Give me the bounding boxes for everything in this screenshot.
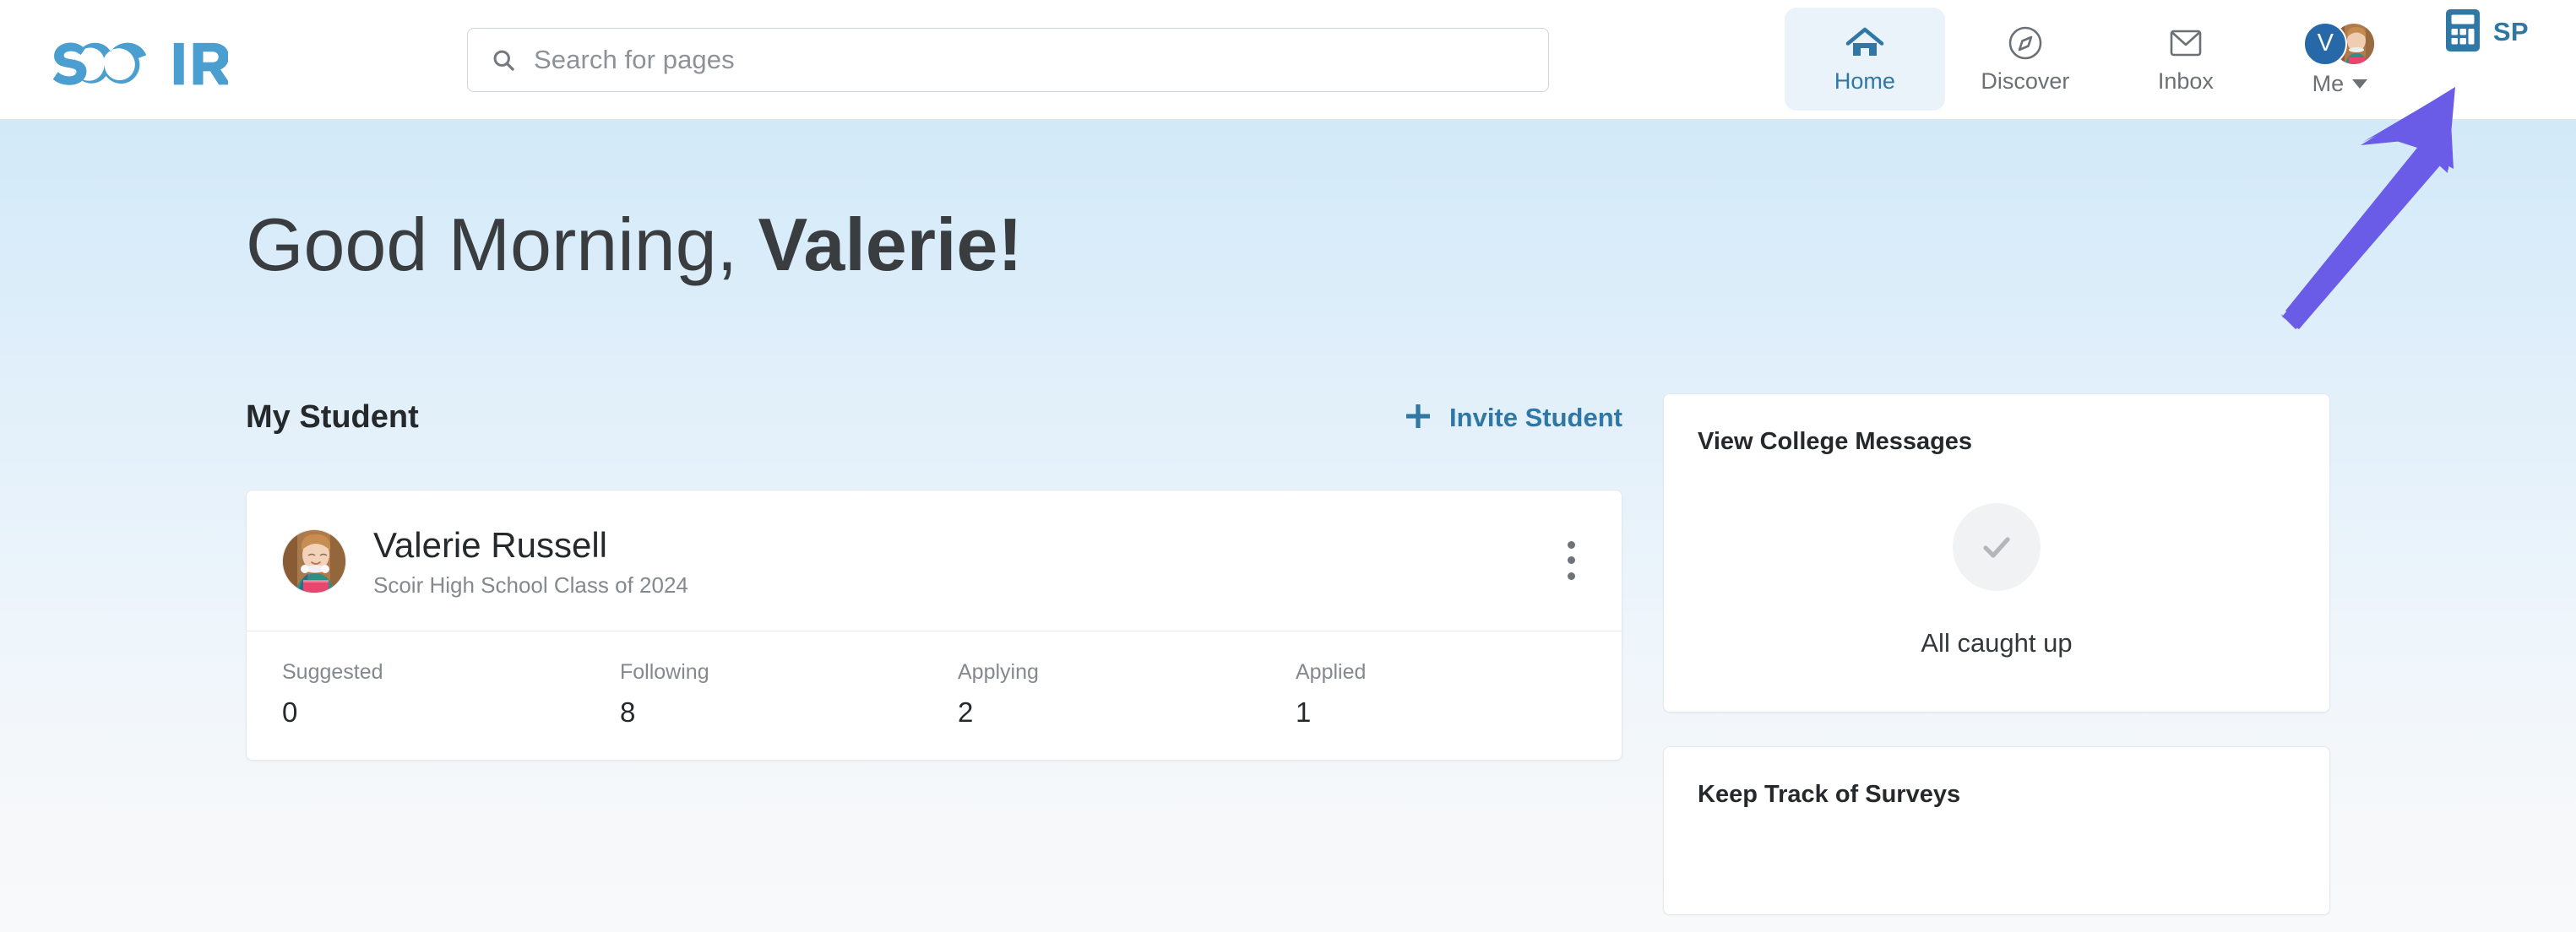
- me-label-row: Me: [2312, 70, 2368, 96]
- section-title-my-student: My Student: [246, 399, 419, 435]
- my-student-header: My Student Invite Student: [246, 393, 1622, 441]
- student-name: Valerie Russell: [373, 525, 607, 565]
- calculator-icon: [2444, 8, 2481, 57]
- college-messages-panel[interactable]: View College Messages All caught up: [1663, 393, 2330, 713]
- nav-label-home: Home: [1834, 68, 1895, 94]
- compass-icon: [2007, 24, 2044, 62]
- greeting-name: Valerie!: [758, 203, 1023, 286]
- stat-value: 1: [1296, 696, 1312, 728]
- stat-label: Following: [620, 659, 709, 684]
- dashboard-columns: My Student Invite Student Valerie Russel…: [246, 393, 2527, 932]
- panel-title-surveys: Keep Track of Surveys: [1698, 781, 1961, 808]
- stat-value: 2: [958, 696, 974, 728]
- right-column: View College Messages All caught up Keep…: [1663, 393, 2330, 932]
- app-root: Home Discover Inbox: [0, 0, 2576, 932]
- page-title: Good Morning, Valerie!: [246, 208, 2527, 282]
- nav-item-inbox[interactable]: Inbox: [2106, 8, 2266, 111]
- student-school-line: Scoir High School Class of 2024: [373, 572, 688, 598]
- primary-nav: Home Discover Inbox V Me SP: [1784, 0, 2529, 120]
- student-card[interactable]: Valerie Russell Scoir High School Class …: [246, 490, 1622, 761]
- sp-tool-button[interactable]: SP: [2444, 8, 2529, 61]
- nav-item-discover[interactable]: Discover: [1945, 8, 2106, 111]
- student-avatar: [282, 528, 346, 593]
- stat-label: Applying: [958, 659, 1039, 684]
- stat-value: 8: [620, 696, 636, 728]
- panel-title-college-messages: View College Messages: [1698, 428, 1973, 455]
- stat-label: Applied: [1296, 659, 1367, 684]
- avatar-initial: V: [2303, 21, 2348, 66]
- stat-value: 0: [282, 696, 298, 728]
- kebab-menu-icon[interactable]: [1556, 540, 1586, 580]
- stat-applied: Applied 1: [1296, 659, 1633, 728]
- nav-label-me: Me: [2312, 70, 2345, 96]
- student-stats-row: Suggested 0 Following 8 Applying 2 Appli…: [247, 631, 1622, 760]
- sp-label: SP: [2492, 17, 2529, 46]
- student-card-header: Valerie Russell Scoir High School Class …: [247, 490, 1622, 631]
- invite-student-label: Invite Student: [1449, 402, 1622, 432]
- stat-applying: Applying 2: [958, 659, 1296, 728]
- student-identity: Valerie Russell Scoir High School Class …: [373, 524, 688, 599]
- nav-item-home[interactable]: Home: [1784, 7, 1945, 111]
- page-content: Good Morning, Valerie! My Student Invite: [0, 120, 2576, 932]
- greeting-prefix: Good Morning,: [246, 203, 758, 286]
- nav-item-me[interactable]: V Me: [2266, 8, 2414, 111]
- home-icon: [1845, 24, 1884, 62]
- plus-icon: [1404, 402, 1432, 433]
- nav-label-discover: Discover: [1981, 68, 2070, 94]
- nav-label-inbox: Inbox: [2157, 68, 2214, 94]
- envelope-icon: [2167, 24, 2204, 62]
- top-header: Home Discover Inbox: [0, 0, 2576, 120]
- college-messages-empty-text: All caught up: [1921, 628, 2073, 658]
- invite-student-button[interactable]: Invite Student: [1404, 402, 1622, 433]
- scoir-logo[interactable]: [49, 34, 228, 86]
- search-icon: [493, 50, 514, 71]
- left-column: My Student Invite Student Valerie Russel…: [246, 393, 1622, 761]
- stat-suggested: Suggested 0: [282, 659, 620, 728]
- chevron-down-icon: [2352, 79, 2368, 89]
- avatar-group: V: [2303, 21, 2377, 66]
- search-input[interactable]: [534, 44, 1524, 75]
- stat-label: Suggested: [282, 659, 383, 684]
- stat-following: Following 8: [620, 659, 958, 728]
- check-icon: [1953, 503, 2041, 591]
- search-bar[interactable]: [467, 27, 1549, 92]
- college-messages-empty-state: All caught up: [1664, 454, 2329, 712]
- surveys-panel[interactable]: Keep Track of Surveys: [1663, 746, 2330, 915]
